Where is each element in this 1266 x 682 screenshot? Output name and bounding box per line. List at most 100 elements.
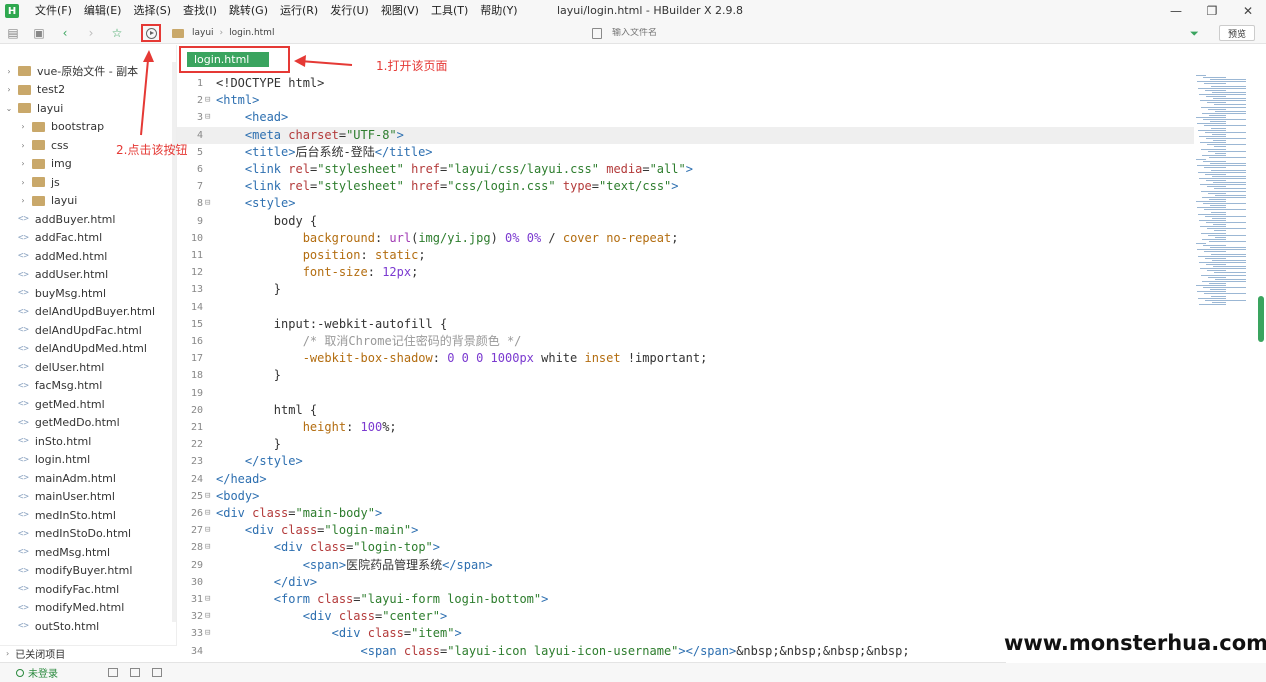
- code-line[interactable]: 3 ⊟ <head>: [177, 109, 1194, 126]
- menu-item-5[interactable]: 运行(R): [274, 0, 324, 22]
- login-status[interactable]: 未登录: [16, 665, 58, 680]
- tree-file[interactable]: <> buyMsg.html: [0, 284, 106, 302]
- message-icon[interactable]: [130, 668, 140, 677]
- tree-file[interactable]: <> modifyFac.html: [0, 580, 119, 598]
- code-line[interactable]: 8 ⊟ <style>: [177, 195, 1194, 212]
- chevron-right-icon[interactable]: ›: [18, 178, 28, 187]
- code-line[interactable]: 1 <!DOCTYPE html>: [177, 75, 1194, 92]
- tree-folder[interactable]: › js: [0, 173, 59, 191]
- fold-toggle-icon[interactable]: ⊟: [205, 505, 210, 522]
- code-line[interactable]: 25 ⊟ <body>: [177, 488, 1194, 505]
- code-line[interactable]: 10 background: url(img/yi.jpg) 0% 0% / c…: [177, 230, 1194, 247]
- fold-toggle-icon[interactable]: ⊟: [205, 92, 210, 109]
- fold-toggle-icon[interactable]: ⊟: [205, 625, 210, 642]
- file-search-input[interactable]: [612, 28, 812, 38]
- code-line[interactable]: 5 <title>后台系统-登陆</title>: [177, 144, 1194, 161]
- menu-item-4[interactable]: 跳转(G): [223, 0, 274, 22]
- code-line[interactable]: 7 <link rel="stylesheet" href="css/login…: [177, 178, 1194, 195]
- close-button[interactable]: ✕: [1230, 0, 1266, 22]
- tree-folder[interactable]: › css: [0, 136, 68, 154]
- closed-projects[interactable]: › 已关闭项目: [0, 645, 177, 661]
- code-line[interactable]: 19: [177, 385, 1194, 402]
- code-line[interactable]: 12 font-size: 12px;: [177, 264, 1194, 281]
- code-line[interactable]: 27 ⊟ <div class="login-main">: [177, 522, 1194, 539]
- menu-item-3[interactable]: 查找(I): [177, 0, 223, 22]
- save-icon[interactable]: ▣: [26, 22, 52, 44]
- tree-folder[interactable]: › img: [0, 155, 71, 173]
- chevron-right-icon[interactable]: ›: [4, 85, 14, 94]
- fold-toggle-icon[interactable]: ⊟: [205, 488, 210, 505]
- code-line[interactable]: 21 height: 100%;: [177, 419, 1194, 436]
- run-button[interactable]: [141, 24, 161, 42]
- filter-icon[interactable]: ⏷: [1190, 27, 1202, 40]
- tree-file[interactable]: <> delUser.html: [0, 358, 104, 376]
- menu-item-7[interactable]: 视图(V): [375, 0, 425, 22]
- code-line[interactable]: 17 -webkit-box-shadow: 0 0 0 1000px whit…: [177, 350, 1194, 367]
- fold-toggle-icon[interactable]: ⊟: [205, 195, 210, 212]
- maximize-button[interactable]: ❐: [1194, 0, 1230, 22]
- tree-file[interactable]: <> mainUser.html: [0, 488, 115, 506]
- back-icon[interactable]: ‹: [52, 22, 78, 44]
- tree-file[interactable]: <> facMsg.html: [0, 377, 102, 395]
- tree-file[interactable]: <> login.html: [0, 451, 90, 469]
- chevron-right-icon[interactable]: ›: [18, 159, 28, 168]
- tree-file[interactable]: <> getMed.html: [0, 395, 105, 413]
- menu-item-2[interactable]: 选择(S): [127, 0, 177, 22]
- fold-toggle-icon[interactable]: ⊟: [205, 109, 210, 126]
- code-line[interactable]: 16 /* 取消Chrome记住密码的背景颜色 */: [177, 333, 1194, 350]
- minimap[interactable]: [1194, 73, 1258, 662]
- chevron-right-icon[interactable]: ›: [18, 141, 28, 150]
- preview-button[interactable]: 预览: [1219, 25, 1255, 41]
- fold-toggle-icon[interactable]: ⊟: [205, 608, 210, 625]
- fold-toggle-icon[interactable]: ⊟: [205, 539, 210, 556]
- tree-file[interactable]: <> modifyBuyer.html: [0, 562, 132, 580]
- tree-file[interactable]: <> medInStoDo.html: [0, 525, 131, 543]
- code-line[interactable]: 2 ⊟ <html>: [177, 92, 1194, 109]
- tree-folder[interactable]: › vue-原始文件 - 副本: [0, 62, 138, 80]
- code-line[interactable]: 14: [177, 299, 1194, 316]
- code-line[interactable]: 4 <meta charset="UTF-8">: [177, 126, 1194, 144]
- chevron-down-icon[interactable]: ⌄: [4, 104, 14, 113]
- code-line[interactable]: 13 }: [177, 281, 1194, 298]
- breadcrumb-file[interactable]: login.html: [229, 28, 274, 38]
- tree-file[interactable]: <> inSto.html: [0, 432, 91, 450]
- tree-folder[interactable]: › layui: [0, 192, 77, 210]
- tree-file[interactable]: <> modifyMed.html: [0, 599, 124, 617]
- code-line[interactable]: 15 input:-webkit-autofill {: [177, 316, 1194, 333]
- forward-icon[interactable]: ›: [78, 22, 104, 44]
- plugin-icon[interactable]: [152, 668, 162, 677]
- tree-file[interactable]: <> addFac.html: [0, 229, 102, 247]
- menu-item-1[interactable]: 编辑(E): [78, 0, 128, 22]
- code-line[interactable]: 6 <link rel="stylesheet" href="layui/css…: [177, 161, 1194, 178]
- code-line[interactable]: 24 </head>: [177, 471, 1194, 488]
- chevron-right-icon[interactable]: ›: [18, 122, 28, 131]
- breadcrumb-folder[interactable]: layui: [192, 28, 214, 38]
- code-line[interactable]: 22 }: [177, 436, 1194, 453]
- tree-file[interactable]: <> outSto.html: [0, 617, 99, 635]
- code-line[interactable]: 18 }: [177, 367, 1194, 384]
- menu-item-8[interactable]: 工具(T): [425, 0, 474, 22]
- tree-file[interactable]: <> medMsg.html: [0, 543, 110, 561]
- tree-file[interactable]: <> delAndUpdBuyer.html: [0, 303, 155, 321]
- chevron-right-icon[interactable]: ›: [4, 67, 14, 76]
- code-line[interactable]: 28 ⊟ <div class="login-top">: [177, 539, 1194, 556]
- tree-file[interactable]: <> delAndUpdFac.html: [0, 321, 142, 339]
- new-file-icon[interactable]: ▤: [0, 22, 26, 44]
- tree-folder[interactable]: › bootstrap: [0, 118, 104, 136]
- favorite-star-icon[interactable]: ☆: [104, 22, 130, 44]
- tree-file[interactable]: <> medInSto.html: [0, 506, 116, 524]
- tree-folder[interactable]: › test2: [0, 81, 65, 99]
- menu-item-9[interactable]: 帮助(Y): [474, 0, 523, 22]
- chevron-right-icon[interactable]: ›: [18, 196, 28, 205]
- list-icon[interactable]: [108, 668, 118, 677]
- code-line[interactable]: 29 <span>医院药品管理系统</span>: [177, 557, 1194, 574]
- editor-scrollbar[interactable]: [1258, 296, 1264, 342]
- menu-item-6[interactable]: 发行(U): [324, 0, 375, 22]
- fold-toggle-icon[interactable]: ⊟: [205, 522, 210, 539]
- code-editor[interactable]: 1 <!DOCTYPE html> 2 ⊟ <html> 3 ⊟ <head> 4 <meta…: [177, 73, 1194, 662]
- code-line[interactable]: 9 body {: [177, 213, 1194, 230]
- tree-folder[interactable]: ⌄ layui: [0, 99, 64, 117]
- menu-item-0[interactable]: 文件(F): [29, 0, 78, 22]
- minimize-button[interactable]: —: [1158, 0, 1194, 22]
- tree-file[interactable]: <> mainAdm.html: [0, 469, 116, 487]
